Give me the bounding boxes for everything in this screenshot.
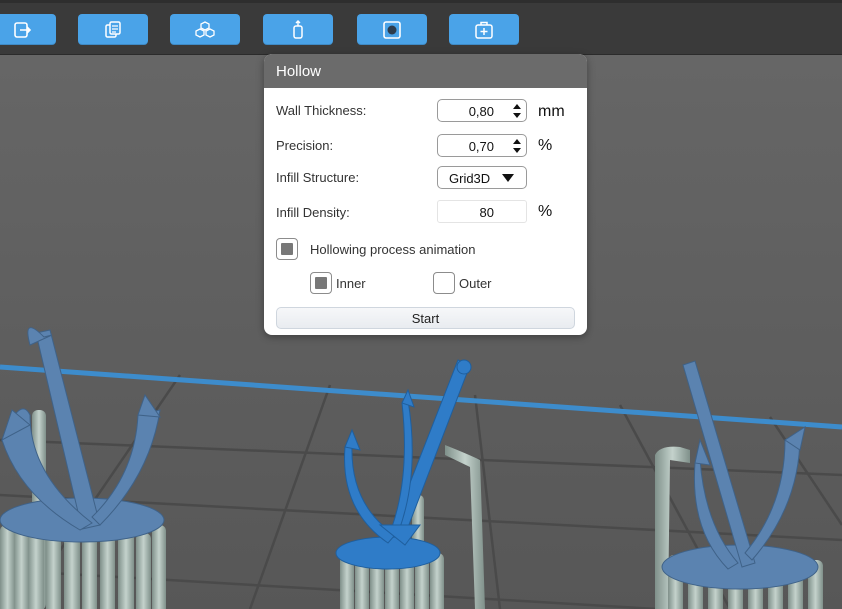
wall-thickness-label: Wall Thickness:: [276, 103, 367, 118]
wall-thickness-unit: mm: [538, 103, 565, 120]
arrange-button[interactable]: [170, 14, 240, 45]
checkbox-checked-mark: [315, 277, 327, 289]
wall-thickness-stepper[interactable]: 0,80: [437, 99, 527, 122]
add-supports-icon: [475, 21, 493, 39]
export-button[interactable]: [0, 14, 56, 45]
infill-structure-select[interactable]: Grid3D: [437, 166, 527, 189]
hollow-button[interactable]: [357, 14, 427, 45]
hollow-icon: [383, 20, 401, 39]
infill-density-value: 80: [479, 205, 494, 220]
wall-thickness-value: 0,80: [468, 104, 494, 119]
infill-structure-label: Infill Structure:: [276, 170, 360, 185]
toolbar-top-border: [0, 0, 842, 3]
top-toolbar: [0, 0, 842, 55]
inner-checkbox[interactable]: [310, 272, 332, 294]
copy-button[interactable]: [78, 14, 148, 45]
export-icon: [14, 21, 32, 38]
infill-density-unit: %: [538, 203, 553, 220]
precision-label: Precision:: [276, 138, 334, 153]
outer-checkbox[interactable]: [433, 272, 455, 294]
copy-icon: [105, 20, 121, 38]
stepper-arrows-icon[interactable]: [511, 137, 523, 155]
hollow-dialog: Hollow Wall Thickness: 0,80 mm Precision…: [264, 54, 587, 335]
outer-label: Outer: [459, 276, 492, 291]
precision-value: 0,70: [468, 139, 494, 154]
orient-button[interactable]: [263, 14, 333, 45]
dropdown-triangle-icon: [502, 174, 514, 182]
animation-checkbox[interactable]: [276, 238, 298, 260]
start-button[interactable]: Start: [276, 307, 575, 329]
checkbox-checked-mark: [281, 243, 293, 255]
arrange-icon: [195, 20, 215, 38]
infill-structure-value: Grid3D: [449, 171, 491, 186]
infill-density-field[interactable]: 80: [437, 200, 527, 223]
add-supports-button[interactable]: [449, 14, 519, 45]
dialog-title: Hollow: [264, 54, 587, 88]
orient-icon: [293, 19, 303, 39]
inner-label: Inner: [336, 276, 366, 291]
infill-density-label: Infill Density:: [276, 205, 350, 220]
stepper-arrows-icon[interactable]: [511, 102, 523, 120]
precision-unit: %: [538, 137, 553, 154]
animation-label: Hollowing process animation: [310, 242, 476, 257]
precision-stepper[interactable]: 0,70: [437, 134, 527, 157]
